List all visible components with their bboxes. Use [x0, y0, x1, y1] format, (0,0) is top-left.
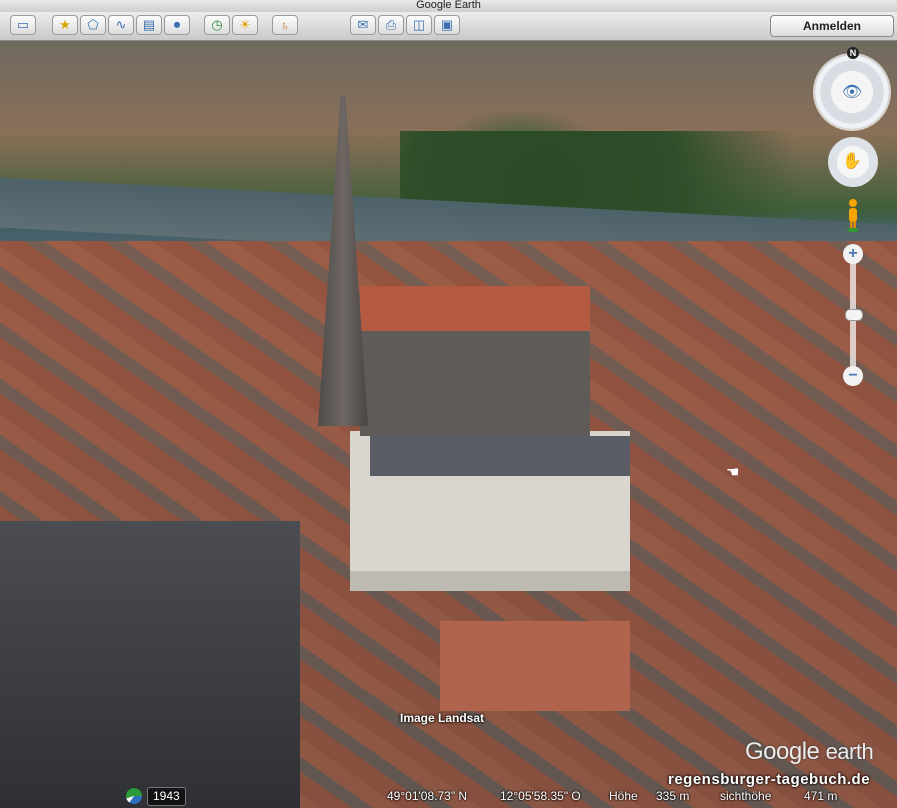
save-image-button[interactable]: ▣ [434, 15, 460, 35]
path-icon: ∿ [115, 17, 127, 32]
polygon-icon: ⬠ [87, 17, 99, 32]
zoom-out-button[interactable]: − [843, 366, 863, 386]
placemark-icon: ★ [59, 17, 71, 32]
save-image-icon: ▣ [440, 17, 454, 32]
building-slate-roof [370, 436, 630, 476]
earth-3d-view[interactable] [0, 41, 897, 808]
sidebar-icon: ▭ [16, 17, 30, 32]
add-path-button[interactable]: ∿ [108, 15, 134, 35]
elevation-label: Höhe [609, 789, 638, 803]
view-in-maps-button[interactable]: ◫ [406, 15, 432, 35]
image-overlay-icon: ▤ [142, 17, 156, 32]
eye-altitude-label: sichthöhe [720, 789, 772, 803]
eye-altitude-value: 471 m [804, 789, 838, 803]
record-tour-icon: ⏺ [173, 17, 181, 32]
sidebar-toggle-button[interactable]: ▭ [10, 15, 36, 35]
logo-text-earth: earth [825, 739, 874, 764]
email-button[interactable]: ✉ [350, 15, 376, 35]
clock-icon: ◷ [211, 17, 223, 32]
north-indicator[interactable]: N [847, 47, 859, 59]
cathedral-nave [360, 286, 590, 436]
planet-icon: ♄ [280, 17, 290, 33]
add-polygon-button[interactable]: ⬠ [80, 15, 106, 35]
toolbar: ▭ ★ ⬠ ∿ ▤ ⏺ ◷ ☀ ♄ ✉ ⎙ ◫ ▣ Anmelden [0, 12, 897, 41]
building-red-roof [440, 621, 630, 711]
historical-imagery-button[interactable]: ◷ [204, 15, 230, 35]
latitude-readout: 49°01'08.73" N [387, 789, 468, 803]
google-earth-logo: Google earth [745, 738, 874, 766]
building-dark-roof [0, 521, 300, 808]
pegman-icon[interactable] [845, 198, 861, 232]
hand-icon: ✋ [842, 153, 862, 170]
sunlight-button[interactable]: ☀ [232, 15, 258, 35]
image-credit: Image Landsat [400, 711, 485, 725]
print-button[interactable]: ⎙ [378, 15, 404, 35]
zoom-in-button[interactable]: + [843, 244, 863, 264]
imagery-year-badge[interactable]: 1943 [147, 787, 186, 806]
add-placemark-button[interactable]: ★ [52, 15, 78, 35]
elevation-value: 335 m [656, 789, 690, 803]
eye-icon: 👁 [841, 84, 863, 101]
window-title: Google Earth [0, 0, 897, 12]
sun-icon: ☀ [239, 17, 251, 32]
mail-icon: ✉ [357, 17, 369, 32]
record-tour-button[interactable]: ⏺ [164, 15, 190, 35]
login-button[interactable]: Anmelden [770, 15, 894, 37]
longitude-readout: 12°05'58.35" O [500, 789, 581, 803]
historical-imagery-icon[interactable] [126, 788, 142, 804]
zoom-slider-thumb[interactable] [845, 309, 863, 321]
cursor-hand-icon: ☚ [726, 464, 740, 481]
switch-planet-button[interactable]: ♄ [272, 15, 298, 35]
add-overlay-button[interactable]: ▤ [136, 15, 162, 35]
maps-icon: ◫ [412, 17, 426, 32]
logo-text-google: Google [745, 738, 820, 765]
print-icon: ⎙ [385, 17, 397, 32]
